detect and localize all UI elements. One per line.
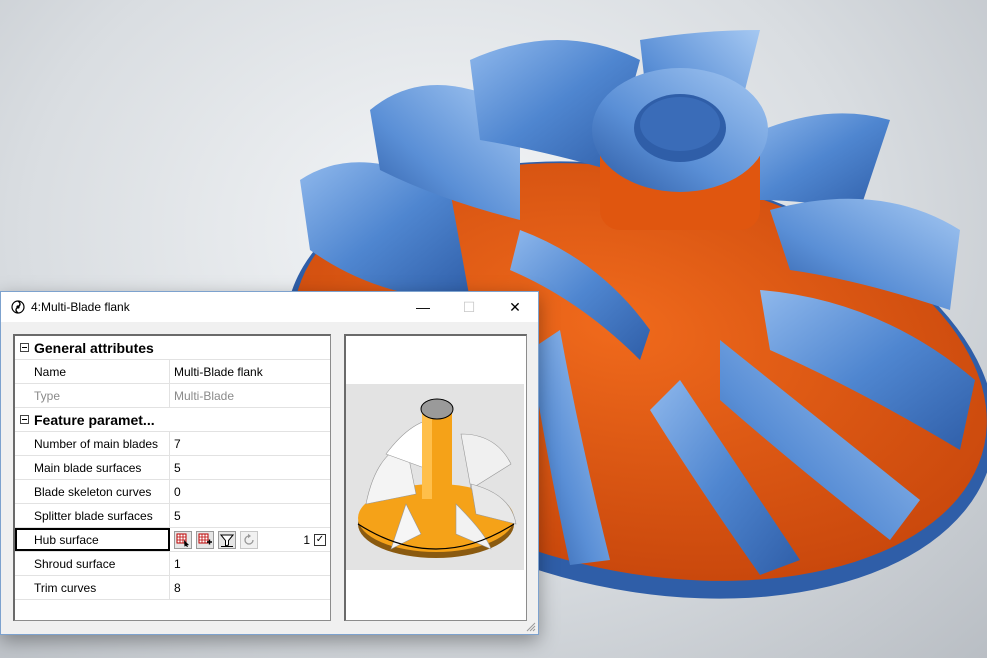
filter-button[interactable] bbox=[218, 530, 236, 549]
filter-icon bbox=[220, 534, 234, 547]
impeller-app-icon bbox=[11, 300, 25, 314]
section-general-attributes[interactable]: General attributes bbox=[15, 336, 330, 360]
property-name: Shroud surface bbox=[15, 552, 170, 575]
property-value: Multi-Blade bbox=[174, 388, 235, 403]
property-value[interactable]: 0 bbox=[170, 480, 330, 503]
property-name: Trim curves bbox=[15, 576, 170, 599]
reset-button[interactable] bbox=[240, 530, 258, 549]
property-row-blade-skeleton-curves[interactable]: Blade skeleton curves 0 bbox=[15, 480, 330, 504]
property-row-name[interactable]: Name Multi-Blade flank bbox=[15, 360, 330, 384]
property-row-number-of-main-blades[interactable]: Number of main blades 7 bbox=[15, 432, 330, 456]
property-grid: General attributes Name Multi-Blade flan… bbox=[13, 334, 331, 621]
property-row-type: Type Multi-Blade bbox=[15, 384, 330, 408]
feature-preview-panel bbox=[344, 334, 527, 621]
add-surface-button[interactable] bbox=[196, 530, 214, 549]
property-value[interactable]: 8 bbox=[170, 576, 330, 599]
property-value[interactable]: Multi-Blade flank bbox=[170, 360, 330, 383]
section-feature-parameters[interactable]: Feature paramet... bbox=[15, 408, 330, 432]
property-name: Main blade surfaces bbox=[15, 456, 170, 479]
property-value[interactable]: 5 bbox=[170, 504, 330, 527]
property-name[interactable]: Hub surface bbox=[15, 528, 170, 551]
impeller-preview-image bbox=[346, 384, 524, 570]
select-surface-button[interactable] bbox=[174, 530, 192, 549]
property-row-main-blade-surfaces[interactable]: Main blade surfaces 5 bbox=[15, 456, 330, 480]
property-name: Name bbox=[15, 360, 170, 383]
add-surface-icon bbox=[198, 533, 212, 544]
property-value[interactable]: 7 bbox=[170, 432, 330, 455]
section-title: Feature paramet... bbox=[34, 411, 155, 428]
collapse-icon[interactable] bbox=[20, 415, 29, 424]
property-row-hub-surface[interactable]: Hub surface 1 ✓ bbox=[15, 528, 330, 552]
hub-surface-count: 1 bbox=[303, 532, 310, 547]
property-value-hub-surface: 1 ✓ bbox=[170, 528, 330, 551]
property-row-trim-curves[interactable]: Trim curves 8 bbox=[15, 576, 330, 600]
close-button[interactable]: ✕ bbox=[492, 292, 538, 322]
property-name: Type bbox=[15, 384, 170, 407]
hub-surface-checkbox[interactable]: ✓ bbox=[314, 533, 326, 546]
property-value[interactable]: 1 bbox=[170, 552, 330, 575]
property-value[interactable]: 5 bbox=[170, 456, 330, 479]
property-name: Blade skeleton curves bbox=[15, 480, 170, 503]
multi-blade-flank-dialog: 4:Multi-Blade flank — ☐ ✕ General attrib… bbox=[0, 291, 539, 635]
property-row-splitter-blade-surfaces[interactable]: Splitter blade surfaces 5 bbox=[15, 504, 330, 528]
maximize-button[interactable]: ☐ bbox=[446, 292, 492, 322]
property-row-shroud-surface[interactable]: Shroud surface 1 bbox=[15, 552, 330, 576]
reset-icon bbox=[244, 533, 254, 545]
title-bar[interactable]: 4:Multi-Blade flank — ☐ ✕ bbox=[1, 292, 538, 322]
property-name: Splitter blade surfaces bbox=[15, 504, 170, 527]
minimize-button[interactable]: — bbox=[400, 292, 446, 322]
section-title: General attributes bbox=[34, 339, 154, 356]
window-title: 4:Multi-Blade flank bbox=[31, 300, 130, 314]
property-name: Number of main blades bbox=[15, 432, 170, 455]
resize-grip-icon[interactable] bbox=[526, 622, 536, 632]
select-surface-icon bbox=[176, 533, 189, 547]
collapse-icon[interactable] bbox=[20, 343, 29, 352]
